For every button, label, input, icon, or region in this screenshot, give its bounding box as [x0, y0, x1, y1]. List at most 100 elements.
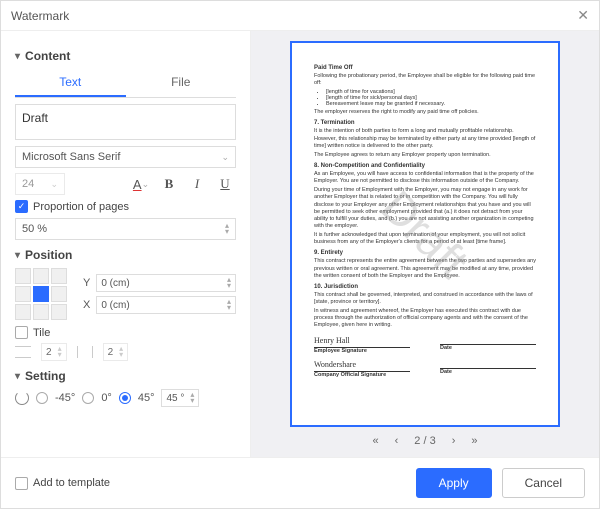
doc-text: The employer reserves the right to modif…	[314, 109, 536, 116]
grid-cell[interactable]	[15, 304, 31, 320]
doc-text: Following the probationary period, the E…	[314, 73, 536, 87]
section-label: Setting	[25, 369, 66, 383]
doc-text: In witness and agreement whereof, the Em…	[314, 308, 536, 329]
titlebar: Watermark ✕	[1, 1, 599, 31]
chevron-down-icon: ▾	[15, 250, 20, 261]
add-template-label: Add to template	[33, 477, 110, 489]
signature-row: Wondershare Company Official Signature D…	[314, 360, 536, 378]
chevron-down-icon: ⌄	[221, 152, 229, 163]
chevron-down-icon: ▾	[15, 51, 20, 62]
cancel-button[interactable]: Cancel	[502, 468, 585, 498]
signature-name: Wondershare	[314, 360, 410, 369]
tile-h-value: 2	[108, 347, 114, 358]
font-select[interactable]: Microsoft Sans Serif ⌄	[15, 146, 236, 168]
position-grid[interactable]	[15, 268, 67, 320]
proportion-value: 50 %	[22, 223, 47, 235]
doc-list-item: Bereavement leave may be granted if nece…	[326, 101, 536, 107]
y-label: Y	[83, 277, 90, 289]
checkbox-off-icon	[15, 477, 28, 490]
angle-45-radio[interactable]	[119, 392, 131, 404]
rotate-icon	[15, 391, 29, 405]
grid-cell[interactable]	[51, 286, 67, 302]
font-size-select[interactable]: 24 ⌄	[15, 173, 65, 195]
x-stepper[interactable]: 0 (cm) ▴▾	[96, 296, 236, 314]
position-controls: Y 0 (cm) ▴▾ X 0 (cm) ▴▾	[15, 268, 236, 320]
doc-heading: 8. Non-Competition and Confidentiality	[314, 163, 536, 169]
x-label: X	[83, 299, 90, 311]
y-value: 0 (cm)	[101, 278, 129, 289]
proportion-value-stepper[interactable]: 50 % ▴▾	[15, 218, 236, 240]
proportion-checkbox[interactable]: ✓ Proportion of pages	[15, 200, 236, 213]
preview-panel: Draft Paid Time Off Following the probat…	[251, 31, 599, 457]
page-preview: Draft Paid Time Off Following the probat…	[290, 41, 560, 427]
tab-text[interactable]: Text	[15, 69, 126, 97]
italic-button[interactable]: I	[186, 173, 208, 195]
y-stepper[interactable]: 0 (cm) ▴▾	[96, 274, 236, 292]
doc-text: This contract represents the entire agre…	[314, 258, 536, 279]
tile-v-value: 2	[46, 347, 52, 358]
angle-neg45-label: -45°	[55, 392, 75, 404]
angle-row: -45° 0° 45° 45 ° ▴▾	[15, 389, 236, 407]
close-icon[interactable]: ✕	[577, 7, 589, 24]
stepper-arrows-icon: ▴▾	[119, 346, 123, 358]
tile-label: Tile	[33, 327, 50, 339]
bold-button[interactable]: B	[158, 173, 180, 195]
grid-cell[interactable]	[51, 268, 67, 284]
date-label: Date	[440, 369, 536, 375]
grid-cell[interactable]	[51, 304, 67, 320]
stepper-arrows-icon: ▴▾	[227, 277, 231, 289]
tile-h-stepper[interactable]: 2 ▴▾	[103, 343, 129, 361]
chevron-down-icon: ⌄	[50, 179, 58, 190]
section-position-header[interactable]: ▾ Position	[15, 248, 236, 262]
doc-heading: 9. Entirety	[314, 250, 536, 256]
doc-heading: Paid Time Off	[314, 65, 536, 71]
footer: Add to template Apply Cancel	[1, 457, 599, 508]
watermark-dialog: Watermark ✕ ▾ Content Text File Draft Mi…	[0, 0, 600, 509]
watermark-text-input[interactable]: Draft	[15, 104, 236, 140]
underline-button[interactable]: U	[214, 173, 236, 195]
signature-row: Henry Hall Employee Signature Date	[314, 336, 536, 354]
doc-heading: 10. Jurisdiction	[314, 284, 536, 290]
section-label: Content	[25, 49, 70, 63]
tile-v-stepper[interactable]: 2 ▴▾	[41, 343, 67, 361]
checkbox-off-icon	[15, 326, 28, 339]
section-content-header[interactable]: ▾ Content	[15, 49, 236, 63]
stepper-arrows-icon: ▴▾	[225, 223, 229, 235]
date-label: Date	[440, 345, 536, 351]
angle-custom-value: 45 °	[166, 393, 184, 404]
left-panel: ▾ Content Text File Draft Microsoft Sans…	[1, 31, 251, 457]
add-template-checkbox[interactable]: Add to template	[15, 477, 110, 490]
page-nav: « ‹ 2 / 3 › »	[373, 435, 478, 447]
angle-0-radio[interactable]	[82, 392, 94, 404]
doc-text: The Employee agrees to return any Employ…	[314, 152, 536, 159]
doc-text: As an Employee, you will have access to …	[314, 171, 536, 185]
apply-button[interactable]: Apply	[416, 468, 492, 498]
section-setting-header[interactable]: ▾ Setting	[15, 369, 236, 383]
stepper-arrows-icon: ▴▾	[190, 392, 194, 404]
font-color-button[interactable]: A⌄	[130, 173, 152, 195]
grid-cell-selected[interactable]	[33, 286, 49, 302]
doc-text: It is further acknowledged that upon ter…	[314, 232, 536, 246]
stepper-arrows-icon: ▴▾	[58, 346, 62, 358]
grid-cell[interactable]	[15, 286, 31, 302]
signature-label: Employee Signature	[314, 348, 410, 354]
grid-cell[interactable]	[33, 304, 49, 320]
section-label: Position	[25, 248, 72, 262]
doc-text: It is the intention of both parties to f…	[314, 128, 536, 149]
proportion-label: Proportion of pages	[33, 201, 129, 213]
angle-neg45-radio[interactable]	[36, 392, 48, 404]
nav-prev-button[interactable]: ‹	[395, 435, 399, 447]
format-row: 24 ⌄ A⌄ B I U	[15, 173, 236, 195]
content-tabs: Text File	[15, 69, 236, 98]
tab-file[interactable]: File	[126, 69, 237, 97]
grid-cell[interactable]	[33, 268, 49, 284]
nav-last-button[interactable]: »	[471, 435, 477, 447]
size-value: 24	[22, 178, 34, 190]
stepper-arrows-icon: ▴▾	[227, 299, 231, 311]
angle-custom-stepper[interactable]: 45 ° ▴▾	[161, 389, 199, 407]
tile-checkbox[interactable]: Tile	[15, 326, 236, 339]
nav-first-button[interactable]: «	[373, 435, 379, 447]
doc-list: [length of time for vacations] [length o…	[326, 89, 536, 107]
nav-next-button[interactable]: ›	[452, 435, 456, 447]
grid-cell[interactable]	[15, 268, 31, 284]
